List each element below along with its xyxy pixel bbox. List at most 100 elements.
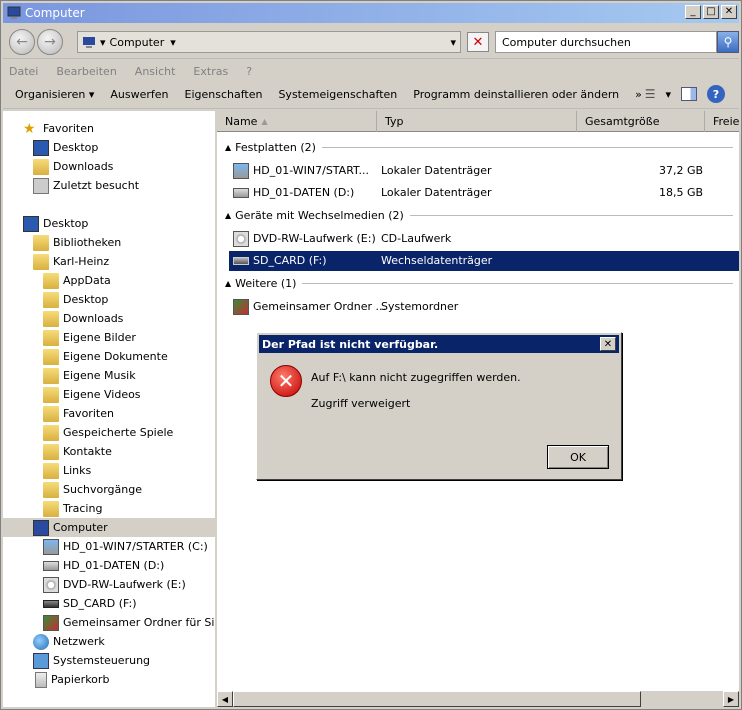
- minimize-button[interactable]: _: [685, 5, 701, 19]
- user-folder-icon: [33, 253, 49, 270]
- breadcrumb-computer[interactable]: Computer: [110, 36, 165, 49]
- nav-user-item[interactable]: Suchvorgänge: [43, 480, 142, 499]
- breadcrumb-dropdown-icon[interactable]: ▾: [170, 36, 176, 49]
- organize-label: Organisieren: [15, 88, 86, 101]
- table-row[interactable]: HD_01-WIN7/START... Lokaler Datenträger …: [229, 161, 739, 181]
- collapse-icon[interactable]: ▲: [225, 143, 231, 152]
- search-input[interactable]: Computer durchsuchen: [495, 31, 717, 53]
- column-label: Freier: [713, 115, 739, 128]
- group-header-hdd[interactable]: ▲ Festplatten (2): [225, 139, 733, 155]
- menu-extras[interactable]: Extras: [193, 65, 228, 78]
- nav-user[interactable]: Karl-Heinz: [33, 252, 109, 271]
- close-button[interactable]: ✕: [721, 5, 737, 19]
- table-row[interactable]: HD_01-DATEN (D:) Lokaler Datenträger 18,…: [229, 183, 739, 203]
- table-row[interactable]: DVD-RW-Laufwerk (E:) CD-Laufwerk: [229, 229, 739, 249]
- nav-user-item[interactable]: Downloads: [43, 309, 123, 328]
- nav-user-item[interactable]: Eigene Dokumente: [43, 347, 168, 366]
- clear-address-icon[interactable]: ✕: [467, 32, 489, 52]
- scroll-thumb[interactable]: [233, 691, 641, 707]
- nav-drive-c[interactable]: HD_01-WIN7/STARTER (C:): [43, 537, 208, 556]
- nav-label: Favoriten: [43, 122, 94, 135]
- recent-places-icon: [33, 177, 49, 194]
- column-name[interactable]: Name ▲: [217, 111, 377, 132]
- nav-favorites[interactable]: ★ Favoriten: [23, 119, 94, 138]
- view-options-icon[interactable]: ☰: [645, 87, 656, 101]
- nav-user-item[interactable]: Desktop: [43, 290, 108, 309]
- menu-file[interactable]: Datei: [9, 65, 38, 78]
- videos-folder-icon: [43, 386, 59, 403]
- nav-user-item[interactable]: Gespeicherte Spiele: [43, 423, 173, 442]
- nav-computer[interactable]: Computer: [3, 518, 215, 537]
- group-header-other[interactable]: ▲ Weitere (1): [225, 275, 733, 291]
- collapse-icon[interactable]: ▲: [225, 279, 231, 288]
- nav-network[interactable]: Netzwerk: [33, 632, 105, 651]
- nav-drive-f[interactable]: SD_CARD (F:): [43, 594, 137, 613]
- nav-libraries[interactable]: Bibliotheken: [33, 233, 121, 252]
- eject-button[interactable]: Auswerfen: [110, 88, 168, 101]
- maximize-button[interactable]: □: [703, 5, 719, 19]
- menu-help[interactable]: ?: [246, 65, 252, 78]
- nav-user-item[interactable]: Eigene Videos: [43, 385, 141, 404]
- table-row[interactable]: Gemeinsamer Ordner ... Systemordner: [229, 297, 739, 317]
- nav-user-item[interactable]: AppData: [43, 271, 111, 290]
- column-free[interactable]: Freier: [705, 111, 739, 132]
- help-icon[interactable]: ?: [707, 85, 725, 103]
- group-label: Geräte mit Wechselmedien (2): [235, 208, 404, 222]
- nav-label: Links: [63, 464, 92, 477]
- menu-view[interactable]: Ansicht: [135, 65, 176, 78]
- back-button[interactable]: ←: [9, 29, 35, 55]
- column-size[interactable]: Gesamtgröße: [577, 111, 705, 132]
- nav-control-panel[interactable]: Systemsteuerung: [33, 651, 150, 670]
- nav-fav-downloads[interactable]: Downloads: [33, 157, 113, 176]
- scroll-right-icon[interactable]: ▶: [723, 691, 739, 707]
- horizontal-scrollbar[interactable]: ◀ ▶: [217, 691, 739, 707]
- nav-label: Computer: [53, 521, 108, 534]
- address-field[interactable]: ▾ Computer ▾ ▾: [77, 31, 461, 53]
- saved-games-icon: [43, 424, 59, 441]
- properties-button[interactable]: Eigenschaften: [185, 88, 263, 101]
- nav-label: Desktop: [63, 293, 109, 306]
- more-commands-button[interactable]: »: [635, 88, 642, 101]
- documents-folder-icon: [43, 348, 59, 365]
- organize-button[interactable]: Organisieren ▾: [15, 88, 94, 101]
- table-row-selected[interactable]: SD_CARD (F:) Wechseldatenträger: [229, 251, 739, 271]
- column-type[interactable]: Typ: [377, 111, 577, 132]
- folder-icon: [43, 310, 59, 327]
- nav-label: Gemeinsamer Ordner für Sicher: [63, 616, 215, 629]
- uninstall-button[interactable]: Programm deinstallieren oder ändern: [413, 88, 619, 101]
- nav-user-item[interactable]: Tracing: [43, 499, 102, 518]
- preview-pane-icon[interactable]: [681, 87, 697, 101]
- nav-label: Favoriten: [63, 407, 114, 420]
- search-icon[interactable]: ⚲: [717, 31, 739, 53]
- system-properties-button[interactable]: Systemeigenschaften: [278, 88, 397, 101]
- nav-label: Eigene Dokumente: [63, 350, 168, 363]
- group-header-removable[interactable]: ▲ Geräte mit Wechselmedien (2): [225, 207, 733, 223]
- dialog-close-button[interactable]: ✕: [600, 337, 616, 351]
- nav-drive-d[interactable]: HD_01-DATEN (D:): [43, 556, 164, 575]
- folder-icon: [33, 158, 49, 175]
- address-history-icon[interactable]: ▾: [450, 36, 456, 49]
- address-bar-area: ← → ▾ Computer ▾ ▾ ✕ Computer durchsuche…: [3, 25, 739, 59]
- forward-button[interactable]: →: [37, 29, 63, 55]
- ok-button[interactable]: OK: [547, 445, 609, 469]
- collapse-icon[interactable]: ▲: [225, 211, 231, 220]
- nav-user-item[interactable]: Links: [43, 461, 91, 480]
- nav-user-item[interactable]: Eigene Bilder: [43, 328, 136, 347]
- nav-fav-desktop[interactable]: Desktop: [33, 138, 98, 157]
- nav-user-item[interactable]: Eigene Musik: [43, 366, 136, 385]
- nav-fav-recent[interactable]: Zuletzt besucht: [33, 176, 139, 195]
- nav-user-item[interactable]: Favoriten: [43, 404, 114, 423]
- title-bar: Computer _ □ ✕: [3, 3, 739, 23]
- nav-desktop[interactable]: Desktop: [23, 214, 88, 233]
- nav-shared-folder[interactable]: Gemeinsamer Ordner für Sicher: [43, 613, 215, 632]
- scroll-left-icon[interactable]: ◀: [217, 691, 233, 707]
- hard-drive-icon: [233, 188, 249, 198]
- nav-drive-e[interactable]: DVD-RW-Laufwerk (E:): [43, 575, 186, 594]
- menu-edit[interactable]: Bearbeiten: [56, 65, 116, 78]
- nav-user-item[interactable]: Kontakte: [43, 442, 112, 461]
- row-size: 37,2 GB: [659, 164, 704, 177]
- breadcrumb-arrow-icon[interactable]: ▾: [100, 36, 106, 49]
- nav-recycle-bin[interactable]: Papierkorb: [33, 670, 109, 689]
- view-dropdown-icon[interactable]: ▾: [665, 88, 671, 101]
- dialog-message: Auf F:\ kann nicht zugegriffen werden.: [311, 371, 521, 384]
